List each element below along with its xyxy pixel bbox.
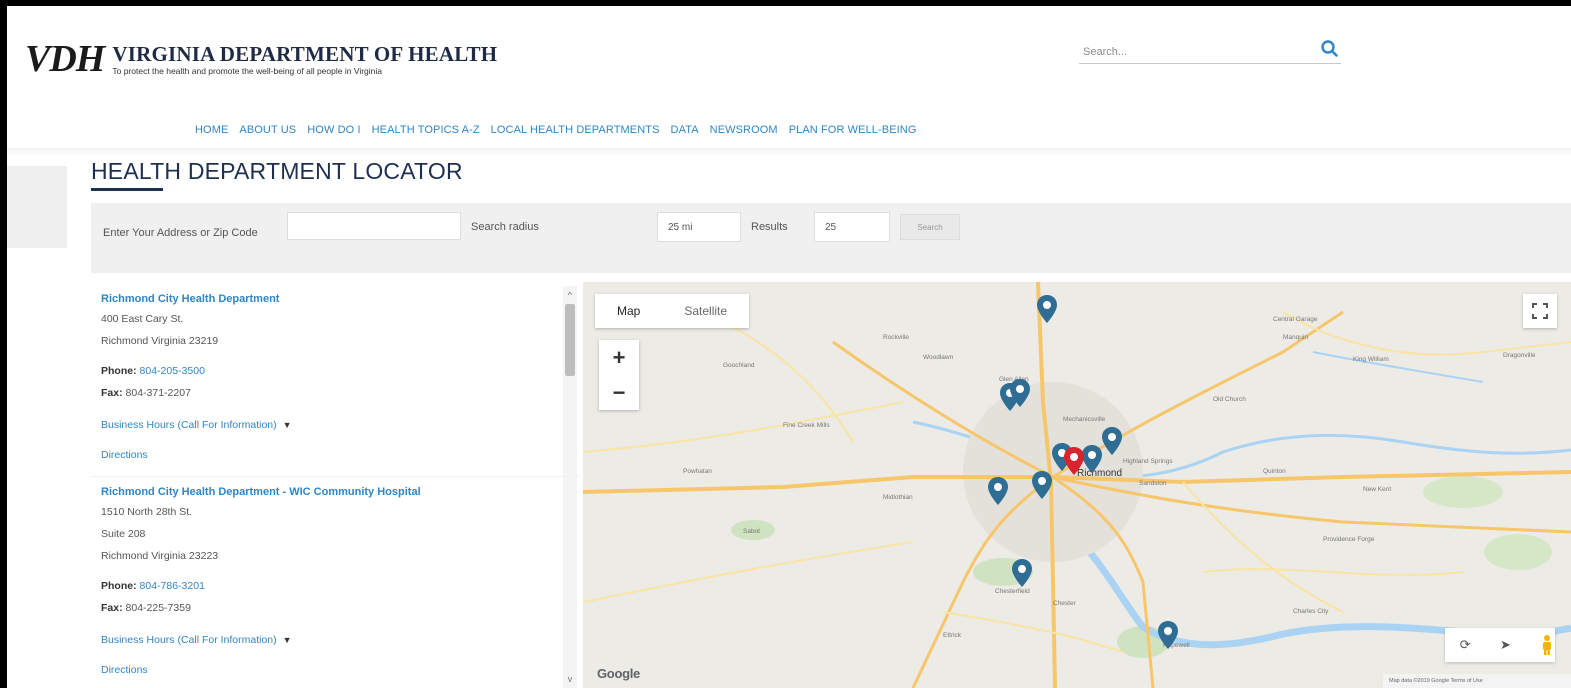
- caret-down-icon: ▼: [282, 420, 292, 430]
- map-label: Dragonville: [1503, 352, 1536, 359]
- caret-down-icon: ▼: [282, 635, 292, 645]
- rotate-icon[interactable]: ⟳: [1460, 637, 1471, 653]
- map-label: Manquin: [1283, 334, 1308, 341]
- map-label: Charles City: [1293, 608, 1329, 615]
- chevron-up-icon[interactable]: ^: [563, 290, 577, 300]
- map-canvas[interactable]: Central Garage Manquin King William Drag…: [583, 282, 1571, 688]
- my-location-icon[interactable]: ➤: [1500, 637, 1511, 653]
- side-panel-shade: [7, 166, 67, 248]
- nav-health-topics[interactable]: HEALTH TOPICS A-Z: [372, 124, 480, 136]
- phone-link[interactable]: 804-786-3201: [140, 580, 205, 592]
- map-label: Sabot: [743, 528, 760, 535]
- results-list: Richmond City Health Department 400 East…: [91, 284, 579, 688]
- map-label: Highland Springs: [1123, 458, 1173, 465]
- location-pin-icon[interactable]: [987, 476, 1009, 506]
- result-name[interactable]: Richmond City Health Department - WIC Co…: [101, 483, 579, 501]
- site-search: [1079, 40, 1341, 64]
- address-input[interactable]: [287, 212, 461, 240]
- nav-about-us[interactable]: ABOUT US: [239, 124, 296, 136]
- map-label: Sandston: [1139, 480, 1167, 487]
- map-label: New Kent: [1363, 486, 1392, 493]
- list-item: Richmond City Health Department 400 East…: [91, 284, 579, 477]
- vdh-logo[interactable]: VDH VIRGINIA DEPARTMENT OF HEALTH To pro…: [25, 40, 497, 78]
- phone-link[interactable]: 804-205-3500: [140, 365, 205, 377]
- search-icon[interactable]: [1319, 38, 1341, 60]
- location-pin-icon[interactable]: [1036, 294, 1058, 324]
- location-pin-icon[interactable]: [1157, 620, 1179, 650]
- main-nav: HOME ABOUT US HOW DO I HEALTH TOPICS A-Z…: [195, 124, 917, 136]
- map-label: King William: [1353, 356, 1389, 363]
- location-pin-icon[interactable]: [1031, 470, 1053, 500]
- org-tagline: To protect the health and promote the we…: [112, 66, 383, 76]
- satellite-view-button[interactable]: Satellite: [662, 294, 749, 328]
- map-label: Providence Forge: [1323, 536, 1375, 543]
- map-type-control: Map Satellite: [595, 294, 750, 328]
- map-label: Goochland: [723, 362, 755, 369]
- site-search-input[interactable]: [1079, 42, 1309, 62]
- zoom-in-button[interactable]: +: [599, 340, 639, 375]
- chevron-down-icon[interactable]: v: [563, 674, 577, 684]
- page-title: HEALTH DEPARTMENT LOCATOR: [91, 158, 463, 184]
- browser-viewport: VDH VIRGINIA DEPARTMENT OF HEALTH To pro…: [7, 6, 1571, 688]
- map-label: Mechanicsville: [1063, 416, 1106, 423]
- map-controls: ⟳ ➤: [1445, 628, 1555, 662]
- header-divider: [7, 148, 1571, 156]
- result-address-line: 400 East Cary St.: [101, 313, 184, 325]
- location-pin-icon[interactable]: [1011, 558, 1033, 588]
- result-fax: Fax: 804-371-2207: [101, 387, 191, 399]
- map-label: Chester: [1053, 600, 1076, 607]
- address-label: Enter Your Address or Zip Code: [103, 227, 258, 239]
- nav-local-health-departments[interactable]: LOCAL HEALTH DEPARTMENTS: [491, 124, 660, 136]
- zoom-out-button[interactable]: −: [599, 375, 639, 410]
- map-label: Ettrick: [943, 632, 962, 639]
- selected-location-pin-icon[interactable]: [1063, 446, 1085, 476]
- radius-select[interactable]: 25 mi: [657, 212, 741, 242]
- location-pin-icon[interactable]: [1009, 378, 1031, 408]
- result-fax: Fax: 804-225-7359: [101, 602, 191, 614]
- result-address-line: Suite 208: [101, 528, 146, 540]
- result-phone: Phone: 804-205-3500: [101, 365, 205, 377]
- nav-data[interactable]: DATA: [671, 124, 699, 136]
- nav-newsroom[interactable]: NEWSROOM: [710, 124, 778, 136]
- results-label: Results: [751, 221, 788, 233]
- search-button[interactable]: Search: [900, 214, 960, 240]
- nav-how-do-i[interactable]: HOW DO I: [307, 124, 360, 136]
- org-name: VIRGINIA DEPARTMENT OF HEALTH: [112, 42, 498, 66]
- radius-label: Search radius: [471, 221, 539, 233]
- logo-mark: VDH: [25, 38, 105, 80]
- zoom-control: + −: [599, 340, 639, 410]
- results-select[interactable]: 25: [814, 212, 890, 242]
- scroll-thumb[interactable]: [565, 304, 575, 376]
- map-label: Central Garage: [1273, 316, 1318, 323]
- location-pin-icon[interactable]: [1101, 426, 1123, 456]
- directions-link[interactable]: Directions: [101, 444, 579, 466]
- directions-link[interactable]: Directions: [101, 659, 579, 681]
- map-label: Fine Creek Mills: [783, 422, 830, 429]
- result-address-line: 1510 North 28th St.: [101, 506, 193, 518]
- result-address-line: Richmond Virginia 23219: [101, 335, 219, 347]
- map-view-button[interactable]: Map: [595, 294, 662, 328]
- title-underline: [91, 188, 163, 191]
- map-label: Old Church: [1213, 396, 1246, 403]
- map-label: Rockville: [883, 334, 910, 341]
- map-base-layer: [583, 282, 1571, 688]
- result-address-line: Richmond Virginia 23223: [101, 550, 219, 562]
- results-scrollbar[interactable]: ^ v: [563, 286, 577, 688]
- map-label: Woodlawn: [923, 354, 954, 361]
- list-item: Richmond City Health Department - WIC Co…: [91, 477, 579, 688]
- result-name[interactable]: Richmond City Health Department: [101, 290, 579, 308]
- nav-home[interactable]: HOME: [195, 124, 228, 136]
- map-label: Quinton: [1263, 468, 1286, 475]
- map-label: Powhatan: [683, 468, 712, 475]
- map-attribution[interactable]: Map data ©2019 Google Terms of Use: [1383, 674, 1571, 688]
- map-label: Midlothian: [883, 494, 913, 501]
- business-hours-toggle[interactable]: Business Hours (Call For Information) ▼: [101, 629, 292, 651]
- result-phone: Phone: 804-786-3201: [101, 580, 205, 592]
- map-label: Chesterfield: [995, 588, 1030, 595]
- nav-plan-for-well-being[interactable]: PLAN FOR WELL-BEING: [789, 124, 917, 136]
- street-view-pegman-icon[interactable]: [1541, 634, 1553, 656]
- fullscreen-icon[interactable]: [1523, 294, 1557, 328]
- business-hours-toggle[interactable]: Business Hours (Call For Information) ▼: [101, 414, 292, 436]
- google-logo: Google: [597, 666, 640, 681]
